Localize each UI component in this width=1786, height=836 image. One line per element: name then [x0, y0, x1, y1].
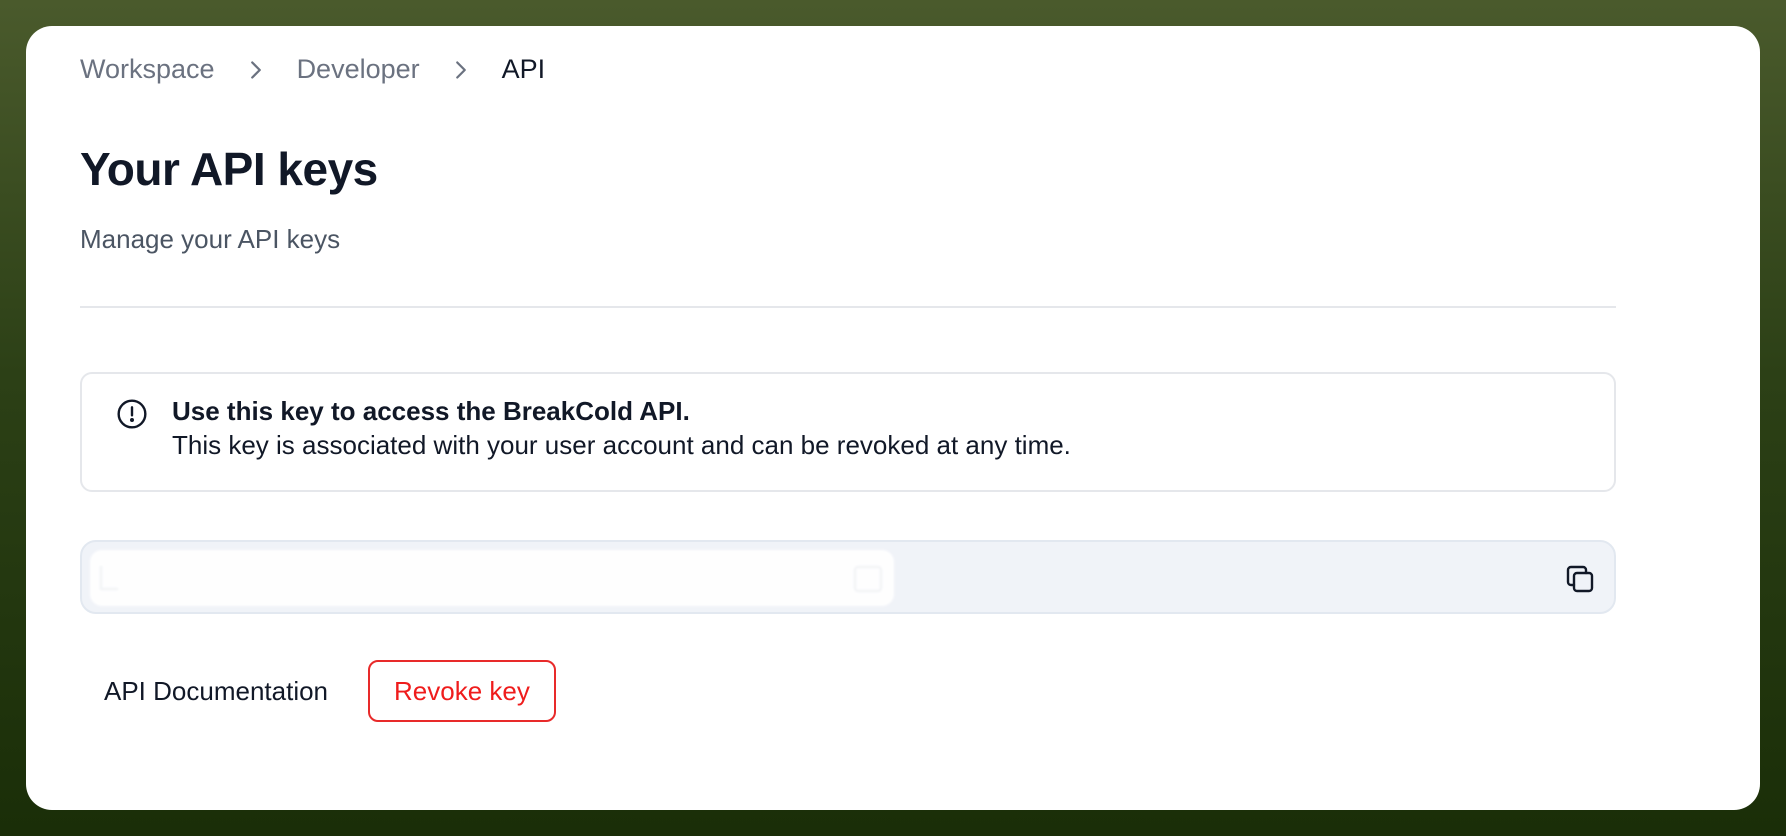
page-subtitle: Manage your API keys — [80, 224, 341, 254]
chevron-right-icon — [241, 55, 271, 85]
chevron-right-icon — [446, 55, 476, 85]
revoke-key-button[interactable]: Revoke key — [368, 660, 556, 722]
api-key-field — [80, 540, 1616, 614]
notice-title: Use this key to access the BreakCold API… — [172, 396, 690, 426]
notice-body: This key is associated with your user ac… — [172, 430, 1071, 460]
copy-icon — [1562, 561, 1598, 597]
api-key-value[interactable] — [90, 550, 894, 606]
api-documentation-link[interactable]: API Documentation — [80, 662, 352, 721]
breadcrumb: Workspace Developer API — [80, 54, 545, 85]
key-ghost-left — [100, 566, 118, 590]
breadcrumb-item-developer[interactable]: Developer — [297, 54, 420, 85]
info-notice: Use this key to access the BreakCold API… — [80, 372, 1616, 492]
copy-key-button[interactable] — [1562, 561, 1598, 597]
app-window: Workspace Developer API Your API keys Ma… — [26, 26, 1760, 810]
section-divider — [80, 306, 1616, 308]
key-ghost-right — [854, 566, 882, 592]
key-actions: API Documentation Revoke key — [80, 660, 556, 722]
breadcrumb-item-workspace[interactable]: Workspace — [80, 54, 215, 85]
page-title: Your API keys — [80, 143, 378, 195]
breadcrumb-item-api: API — [501, 54, 546, 84]
alert-circle-icon — [116, 398, 148, 430]
